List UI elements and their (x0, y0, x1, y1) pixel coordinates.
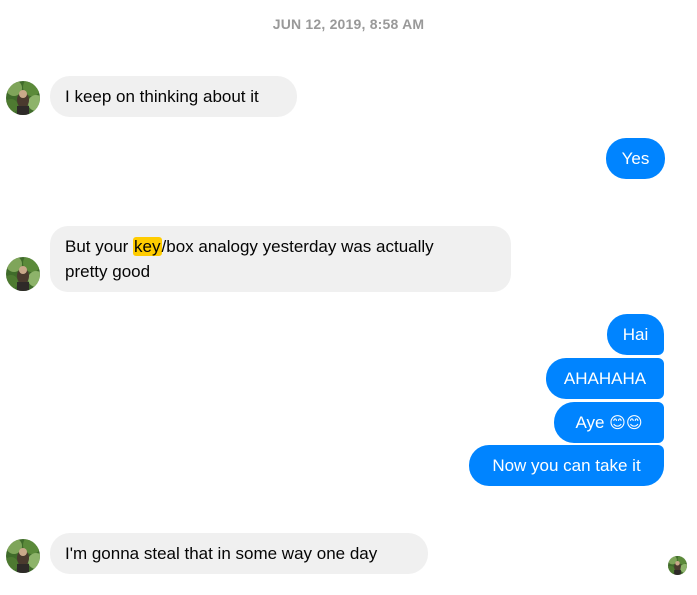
incoming-message-bubble[interactable]: I keep on thinking about it (50, 76, 297, 117)
message-text: Now you can take it (492, 456, 641, 475)
message-text: Hai (622, 325, 649, 344)
avatar-photo-icon (6, 81, 40, 115)
outgoing-message-bubble[interactable]: Yes (606, 138, 665, 179)
outgoing-message-bubble[interactable]: Hai (607, 314, 664, 355)
conversation-timestamp: JUN 12, 2019, 8:58 AM (272, 16, 425, 32)
message-text-line-2: pretty good (65, 262, 151, 281)
contact-avatar[interactable] (6, 257, 40, 291)
contact-avatar[interactable] (6, 81, 40, 115)
smiling-face-emoji-icon: 😊😊 (609, 413, 643, 432)
message-text: AHAHAHA (563, 369, 647, 388)
avatar-photo-icon (6, 257, 40, 291)
search-highlight: key (133, 237, 162, 256)
message-text-line-1: But your key/box analogy yesterday was a… (65, 234, 496, 259)
message-text: I keep on thinking about it (65, 87, 259, 106)
message-text: Aye (575, 413, 610, 432)
contact-avatar[interactable] (6, 539, 40, 573)
avatar-photo-icon (6, 539, 40, 573)
message-text: Yes (621, 149, 650, 168)
seen-indicator-avatar (668, 556, 687, 575)
message-text: I'm gonna steal that in some way one day (65, 544, 378, 563)
message-text-suffix: /box analogy yesterday was actually (161, 237, 434, 256)
outgoing-message-bubble[interactable]: Now you can take it (469, 445, 664, 486)
incoming-message-bubble[interactable]: But your key/box analogy yesterday was a… (50, 226, 511, 292)
outgoing-message-bubble[interactable]: Aye 😊😊 (554, 402, 664, 443)
seen-avatar-icon (668, 556, 687, 575)
outgoing-message-bubble[interactable]: AHAHAHA (546, 358, 664, 399)
incoming-message-bubble[interactable]: I'm gonna steal that in some way one day (50, 533, 428, 574)
message-text-prefix: But your (65, 237, 134, 256)
